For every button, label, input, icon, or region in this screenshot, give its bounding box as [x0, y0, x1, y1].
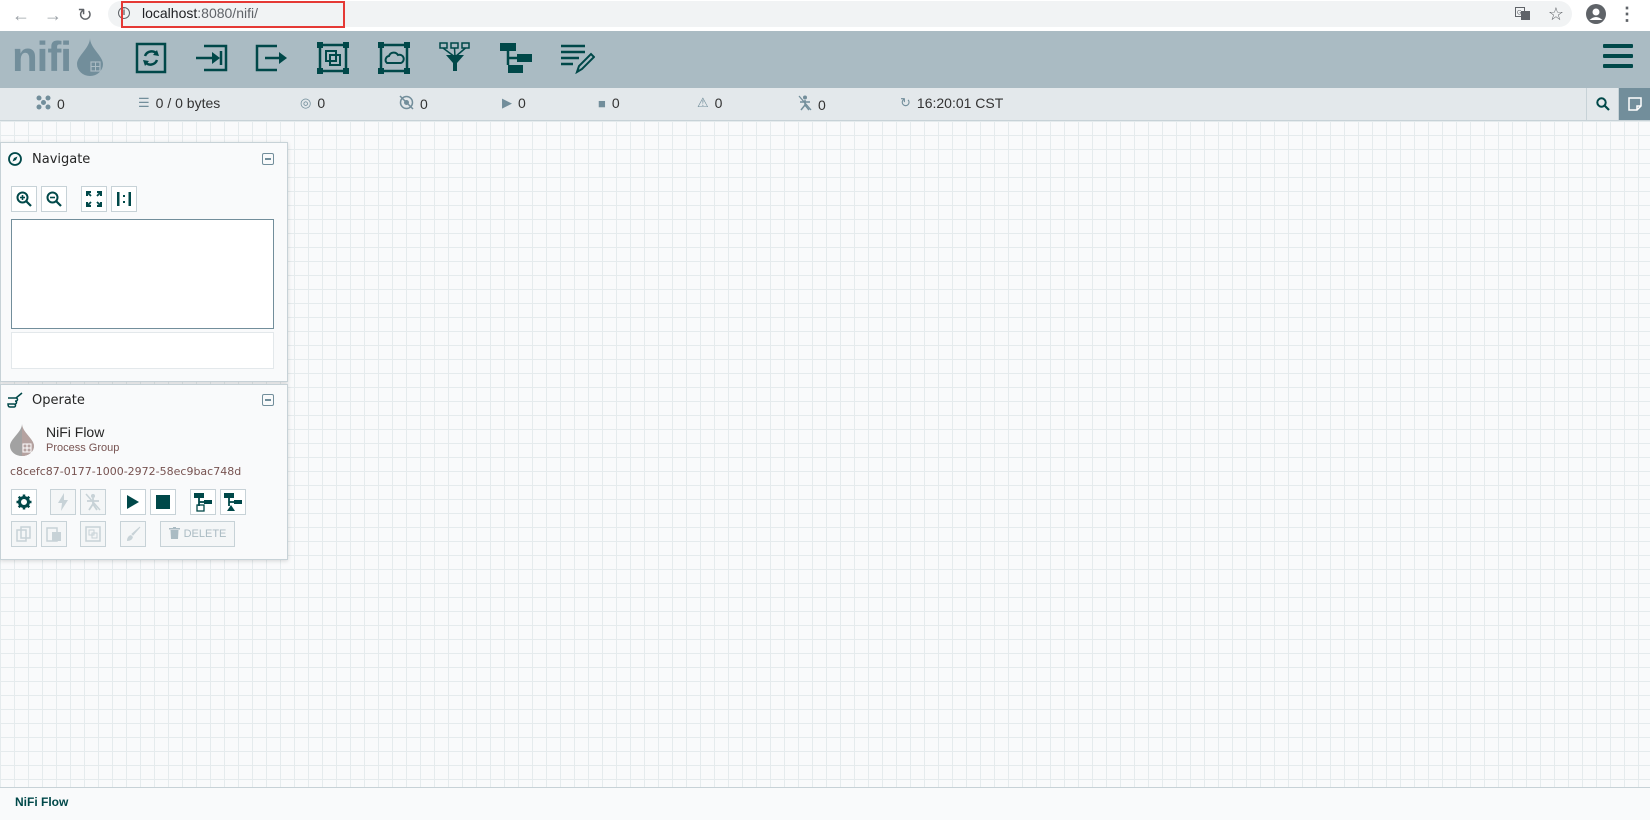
zoom-in-button[interactable]	[11, 186, 37, 212]
profile-avatar-icon[interactable]	[1584, 3, 1608, 25]
queued-stat: ☰ 0 / 0 bytes	[138, 95, 220, 111]
disabled-value: 0	[818, 96, 826, 113]
funnel-icon[interactable]	[437, 40, 473, 76]
threads-icon	[36, 95, 51, 113]
disabled-icon	[798, 95, 812, 114]
birdseye-footer	[11, 332, 274, 369]
play-icon: ▶	[502, 95, 512, 110]
svg-text:G: G	[1517, 11, 1522, 17]
running-value: 0	[518, 95, 526, 111]
list-icon: ☰	[138, 95, 150, 110]
browser-menu-icon[interactable]: ⋮	[1618, 3, 1636, 25]
invalid-value: 0	[714, 95, 723, 111]
transmitting-value: 0	[317, 95, 326, 111]
paste-button[interactable]	[41, 521, 67, 547]
active-threads-value: 0	[57, 96, 65, 112]
selected-component-name: NiFi Flow	[46, 424, 105, 440]
configure-gear-button[interactable]	[11, 489, 37, 515]
start-play-button[interactable]	[120, 489, 146, 515]
active-threads-stat: 0	[36, 95, 65, 113]
nifi-drop-logo-icon	[76, 38, 104, 81]
group-button[interactable]	[80, 521, 106, 547]
search-icon[interactable]	[1586, 88, 1619, 120]
breadcrumb-bar	[0, 787, 1650, 820]
input-port-icon[interactable]	[193, 40, 229, 76]
refresh-icon[interactable]: ↻	[900, 95, 911, 111]
stopped-stat: ■ 0	[598, 95, 620, 111]
refresh-time-value: 16:20:01 CST	[916, 95, 1004, 111]
stop-icon: ■	[598, 95, 606, 111]
bulletin-board-icon[interactable]	[1618, 88, 1650, 120]
queued-value: 0 / 0 bytes	[155, 95, 221, 111]
create-template-button[interactable]	[190, 489, 216, 515]
delete-label: DELETE	[183, 528, 227, 540]
disable-button[interactable]	[80, 489, 106, 515]
process-group-drop-icon	[9, 424, 35, 461]
url-highlight-box	[121, 1, 345, 28]
process-group-icon[interactable]	[315, 40, 351, 76]
stopped-value: 0	[611, 95, 620, 111]
nifi-logo: nifi	[12, 33, 72, 80]
actual-size-button[interactable]	[111, 186, 137, 212]
delete-button[interactable]: DELETE	[160, 521, 235, 547]
nifi-header	[0, 31, 1650, 88]
remote-process-group-icon[interactable]	[376, 40, 412, 76]
birdseye-view[interactable]	[11, 219, 274, 329]
bookmark-star-icon[interactable]: ☆	[1545, 3, 1567, 25]
navigate-title: Navigate	[32, 152, 91, 167]
zoom-out-button[interactable]	[41, 186, 67, 212]
selected-component-type: Process Group	[46, 442, 120, 454]
operate-collapse-icon[interactable]	[262, 394, 274, 406]
stop-button[interactable]	[150, 489, 176, 515]
operate-title: Operate	[32, 393, 85, 408]
transmitting-stat: ◎ 0	[300, 95, 325, 111]
compass-icon	[8, 152, 22, 171]
not-transmitting-value: 0	[420, 96, 428, 112]
not-transmitting-icon	[399, 95, 414, 113]
translate-icon[interactable]: G	[1512, 3, 1534, 25]
output-port-icon[interactable]	[254, 40, 290, 76]
upload-template-button[interactable]	[220, 489, 246, 515]
hand-pointer-icon	[6, 391, 24, 413]
label-icon[interactable]	[559, 40, 595, 76]
not-transmitting-stat: 0	[399, 95, 428, 113]
bullseye-icon: ◎	[300, 95, 312, 110]
reload-icon[interactable]: ↻	[74, 4, 96, 26]
warning-icon: ⚠	[697, 95, 709, 110]
trash-icon	[168, 526, 180, 542]
copy-button[interactable]	[11, 521, 37, 547]
last-refresh-stat: ↻ 16:20:01 CST	[900, 95, 1003, 111]
disabled-stat: 0	[798, 95, 826, 114]
invalid-stat: ⚠ 0	[697, 95, 722, 111]
forward-icon[interactable]: →	[42, 4, 64, 26]
template-icon[interactable]	[498, 40, 534, 76]
selected-component-id: c8cefc87-0177-1000-2972-58ec9bac748d	[10, 465, 242, 478]
fit-screen-button[interactable]	[81, 186, 107, 212]
enable-lightning-button[interactable]	[50, 489, 76, 515]
color-brush-button[interactable]	[120, 521, 146, 547]
back-icon[interactable]: ←	[10, 4, 32, 26]
breadcrumb-root-link[interactable]: NiFi Flow	[15, 795, 68, 809]
navigate-collapse-icon[interactable]	[262, 153, 274, 165]
processor-icon[interactable]	[133, 40, 169, 76]
running-stat: ▶ 0	[502, 95, 526, 111]
global-menu-hamburger-icon[interactable]	[1603, 44, 1633, 74]
